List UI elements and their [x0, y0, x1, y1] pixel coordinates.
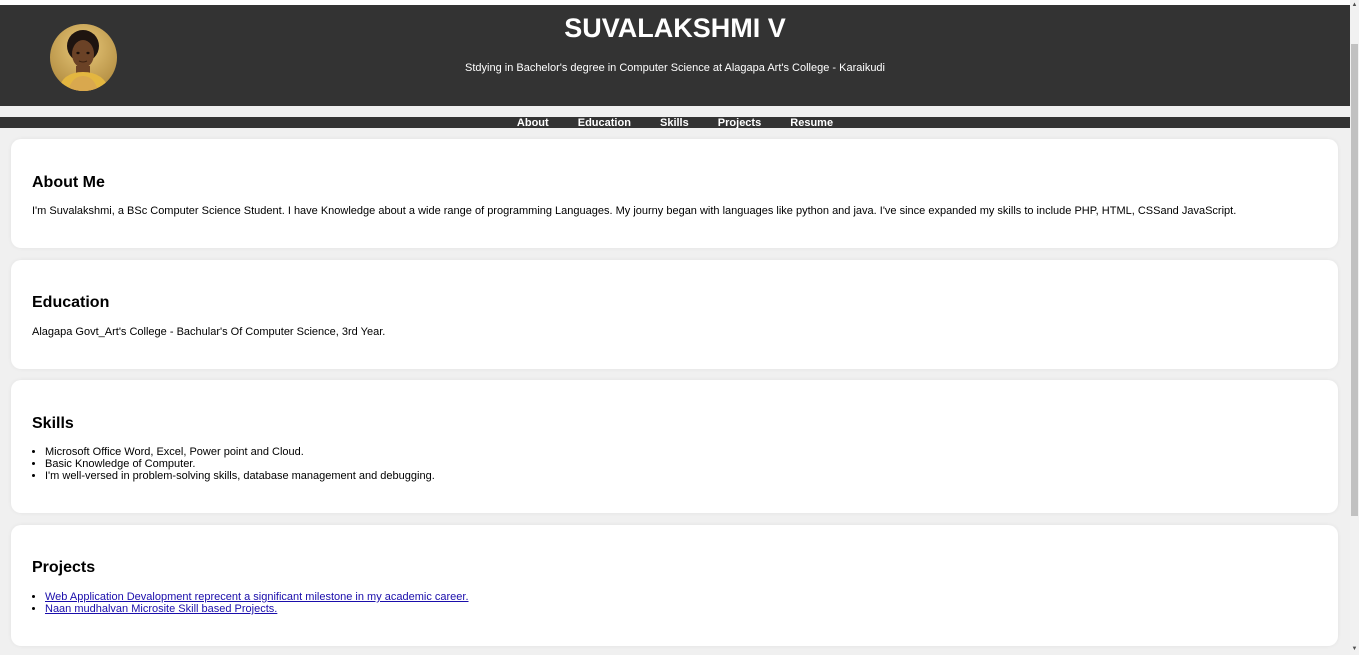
projects-heading: Projects: [32, 559, 96, 576]
nav-link-projects[interactable]: Projects: [718, 117, 761, 129]
project-link-web-app[interactable]: Web Application Devalopment reprecent a …: [45, 591, 469, 603]
about-text: I'm Suvalakshmi, a BSc Computer Science …: [32, 205, 1237, 217]
projects-section: Projects Web Application Devalopment rep…: [11, 525, 1338, 646]
page: SUVALAKSHMI V Stdying in Bachelor's degr…: [0, 0, 1359, 655]
list-item: Microsoft Office Word, Excel, Power poin…: [45, 446, 435, 458]
nav-link-skills[interactable]: Skills: [660, 117, 689, 129]
scrollbar-thumb[interactable]: [1351, 44, 1358, 516]
education-heading: Education: [32, 294, 110, 311]
page-title: SUVALAKSHMI V: [564, 13, 786, 43]
list-item: Web Application Devalopment reprecent a …: [45, 591, 469, 603]
main-nav: About Education Skills Projects Resume: [0, 117, 1350, 129]
list-item: Basic Knowledge of Computer.: [45, 458, 435, 470]
scroll-down-icon[interactable]: ▼: [1350, 645, 1359, 654]
skills-section: Skills Microsoft Office Word, Excel, Pow…: [11, 380, 1338, 513]
header-spacer: [0, 106, 1350, 117]
scroll-up-icon[interactable]: ▲: [1350, 1, 1359, 10]
nav-link-resume[interactable]: Resume: [790, 117, 833, 129]
project-link-naan-mudhalvan[interactable]: Naan mudhalvan Microsite Skill based Pro…: [45, 603, 277, 615]
list-item: I'm well-versed in problem-solving skill…: [45, 470, 435, 482]
list-item: Naan mudhalvan Microsite Skill based Pro…: [45, 603, 469, 615]
site-header: SUVALAKSHMI V Stdying in Bachelor's degr…: [0, 5, 1350, 106]
education-text: Alagapa Govt_Art's College - Bachular's …: [32, 326, 386, 338]
projects-list: Web Application Devalopment reprecent a …: [32, 591, 469, 615]
nav-link-education[interactable]: Education: [578, 117, 631, 129]
about-section: About Me I'm Suvalakshmi, a BSc Computer…: [11, 139, 1338, 248]
skills-heading: Skills: [32, 415, 74, 432]
about-heading: About Me: [32, 174, 105, 191]
education-section: Education Alagapa Govt_Art's College - B…: [11, 260, 1338, 369]
nav-link-about[interactable]: About: [517, 117, 549, 129]
skills-list: Microsoft Office Word, Excel, Power poin…: [32, 446, 435, 482]
header-subtitle: Stdying in Bachelor's degree in Computer…: [465, 62, 885, 74]
